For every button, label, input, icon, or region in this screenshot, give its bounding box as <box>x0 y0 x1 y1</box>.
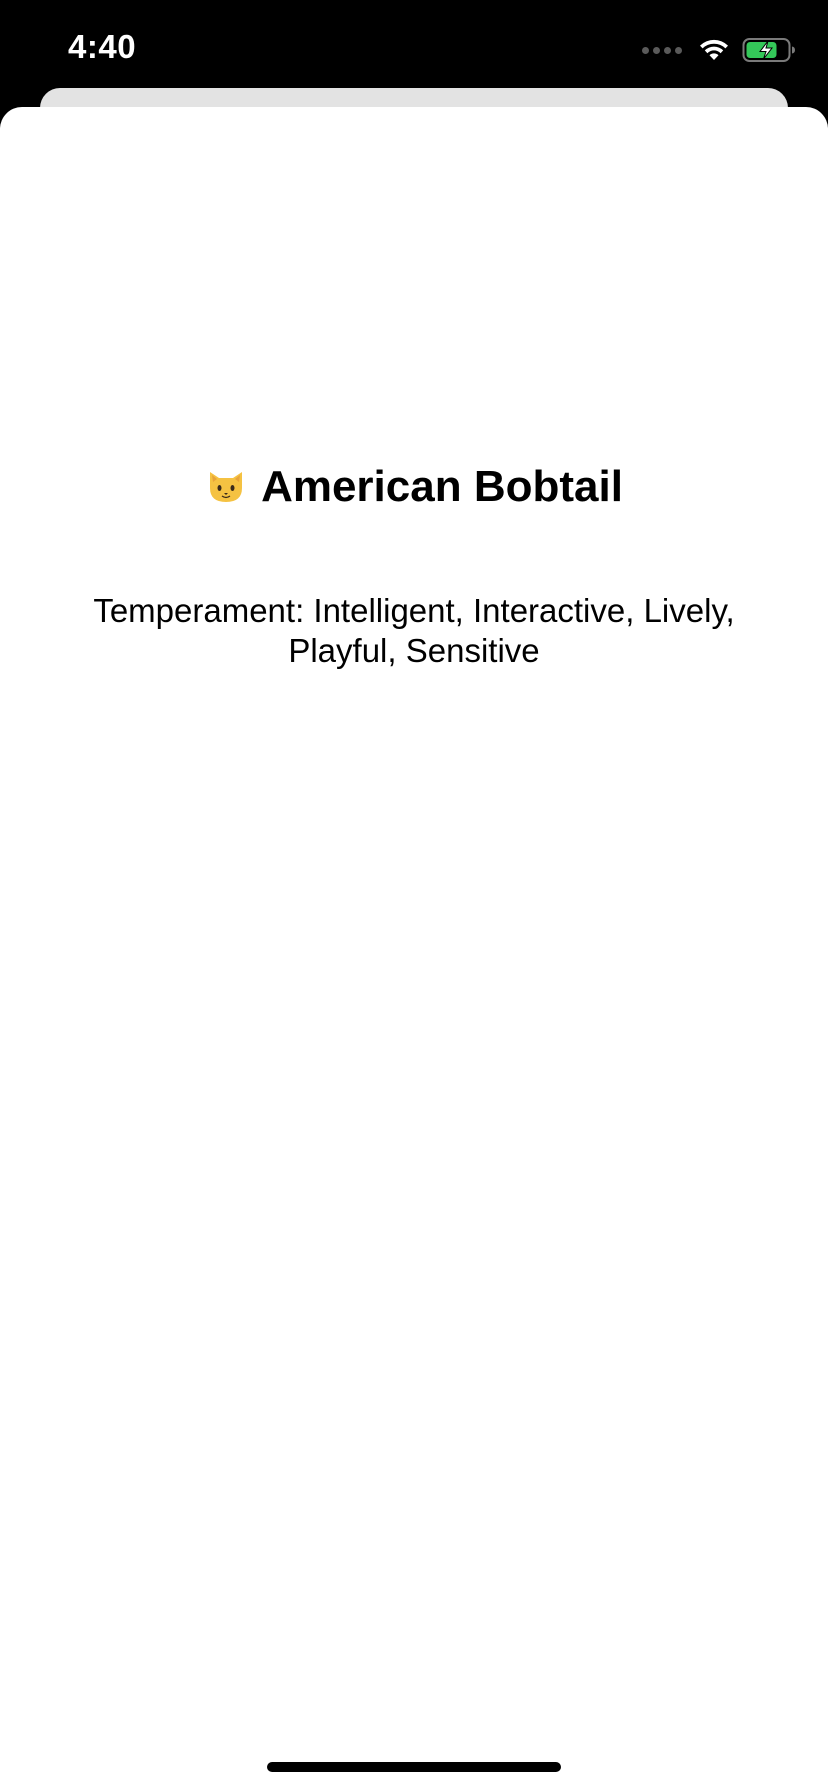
temperament-text: Temperament: Intelligent, Interactive, L… <box>93 592 735 669</box>
breed-title: American Bobtail <box>0 459 828 515</box>
battery-charging-icon <box>742 38 795 62</box>
screen: 4:40 American Bobtail Temperament: Intel… <box>0 0 828 1792</box>
wifi-icon <box>700 39 728 60</box>
breed-detail-sheet[interactable]: American Bobtail Temperament: Intelligen… <box>0 107 828 1792</box>
cat-face-icon <box>210 472 243 503</box>
cellular-signal-icon <box>642 46 682 54</box>
home-indicator[interactable] <box>267 1762 561 1772</box>
breed-name: American Bobtail <box>261 462 623 511</box>
status-bar: 4:40 <box>0 0 828 100</box>
status-icons <box>642 36 796 64</box>
status-time: 4:40 <box>68 28 137 65</box>
